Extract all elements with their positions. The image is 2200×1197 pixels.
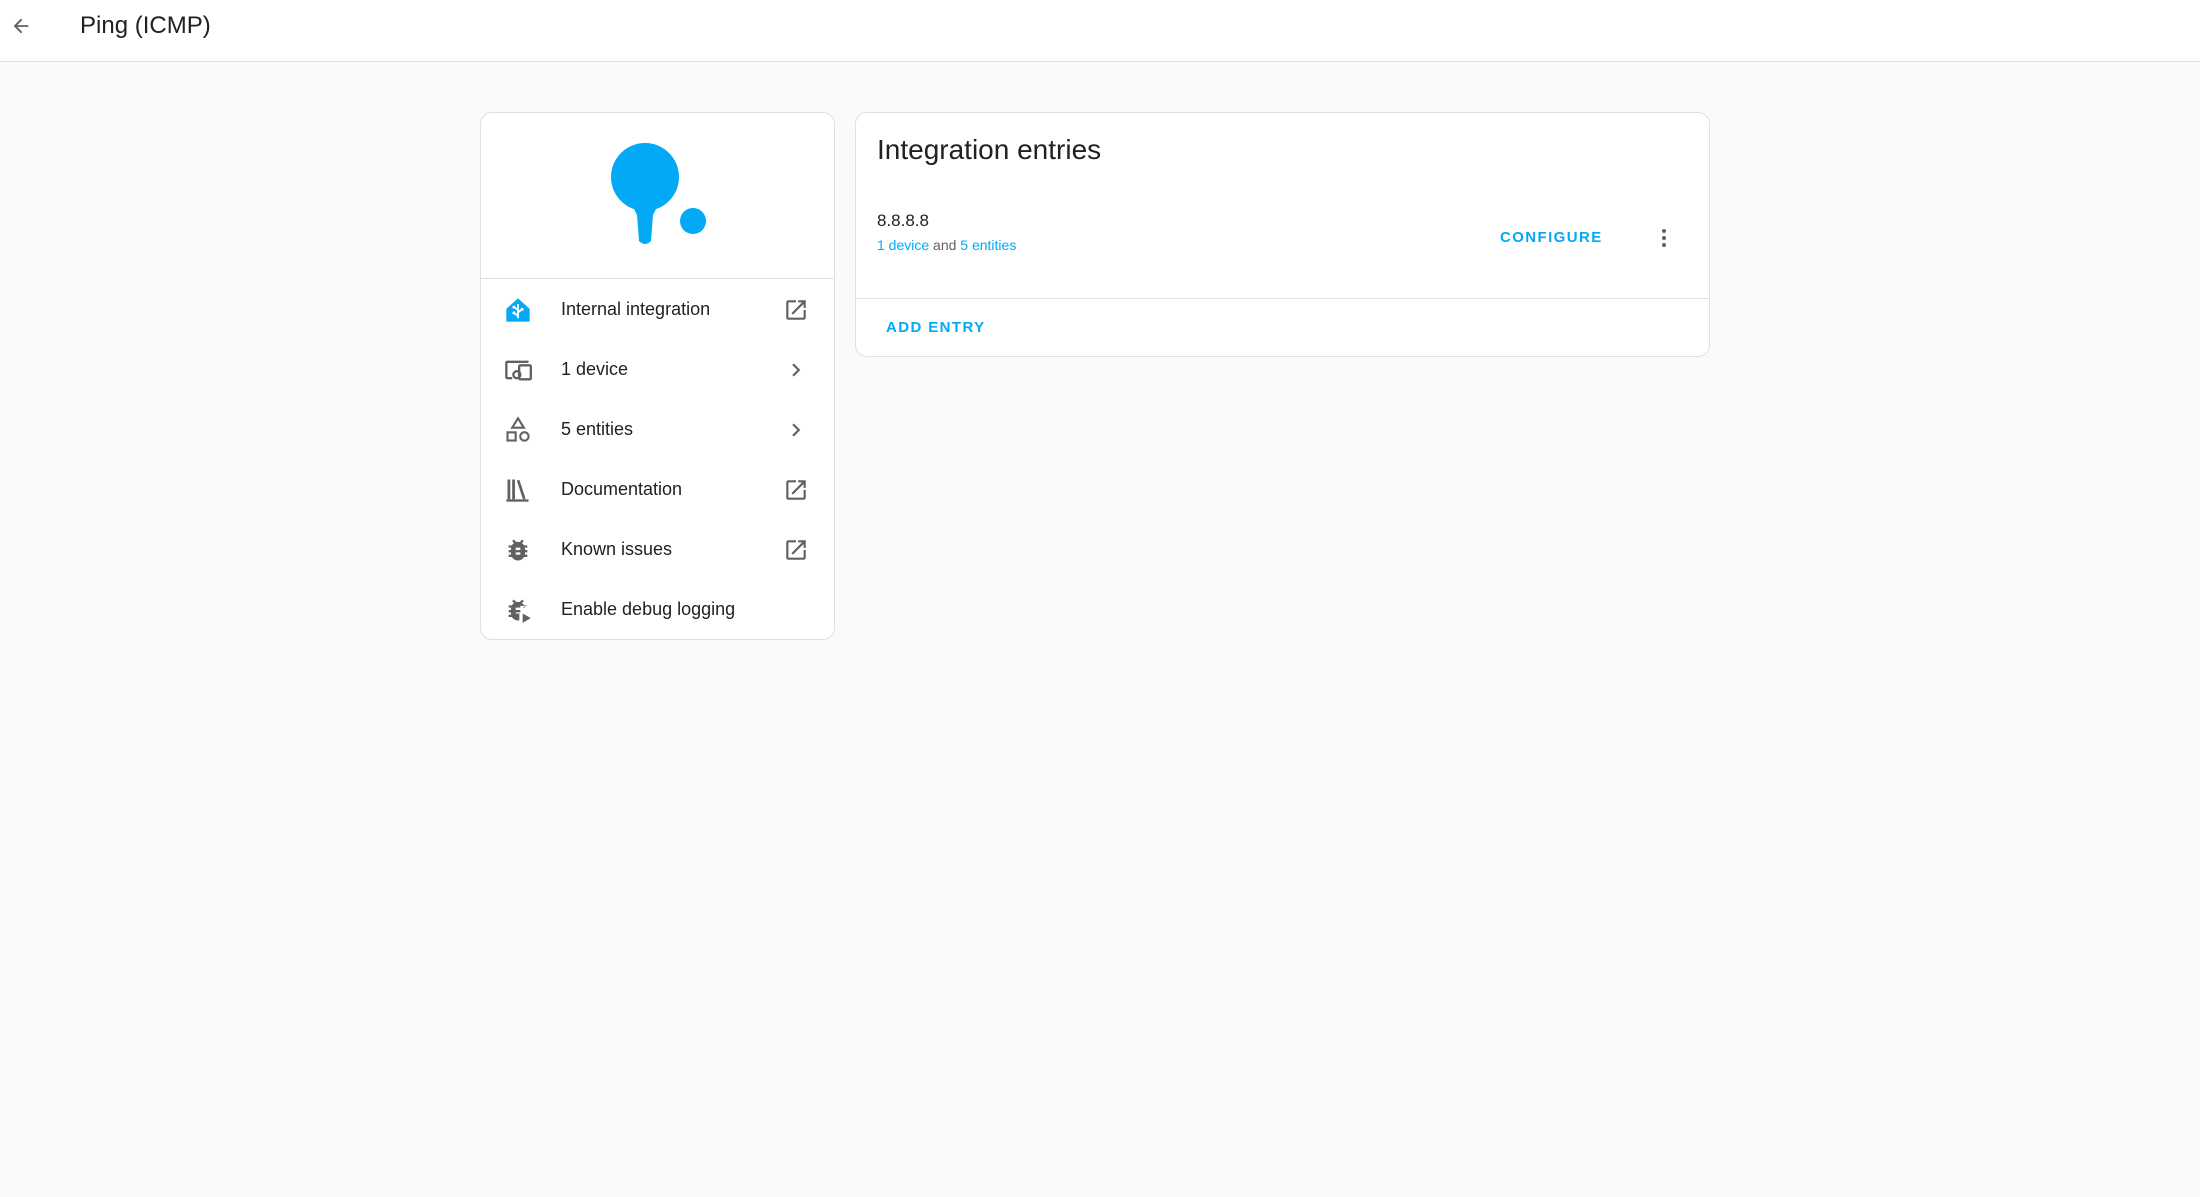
menu-item-devices[interactable]: 1 device — [481, 339, 834, 399]
menu-item-enable-debug-logging[interactable]: Enable debug logging — [481, 579, 834, 639]
entries-card-title: Integration entries — [877, 134, 1102, 165]
bug-icon — [504, 536, 532, 564]
ping-pong-paddle-icon — [610, 142, 706, 244]
menu-item-documentation[interactable]: Documentation — [481, 459, 834, 519]
configure-button[interactable]: CONFIGURE — [1490, 221, 1613, 255]
entry-summary-joiner: and — [933, 237, 957, 253]
chevron-right-icon — [782, 356, 810, 384]
add-entry-button[interactable]: ADD ENTRY — [876, 309, 996, 347]
entry-devices-link[interactable]: 1 device — [877, 237, 929, 253]
menu-item-entities[interactable]: 5 entities — [481, 399, 834, 459]
entry-summary: 1 device and 5 entities — [877, 237, 1016, 253]
menu-item-label: Internal integration — [561, 299, 711, 319]
entry-overflow-menu-button[interactable] — [1646, 220, 1682, 256]
integration-entries-card: Integration entries 8.8.8.8 1 device and… — [855, 112, 1710, 357]
devices-icon — [504, 356, 532, 384]
menu-item-label: 5 entities — [561, 419, 634, 439]
open-in-new-icon — [782, 296, 810, 324]
page-title: Ping (ICMP) — [80, 12, 211, 39]
bug-play-icon — [504, 596, 532, 624]
back-button[interactable] — [6, 11, 36, 41]
top-app-bar: Ping (ICMP) — [0, 0, 2200, 62]
menu-item-label: Enable debug logging — [561, 599, 736, 619]
arrow-left-icon — [13, 18, 29, 34]
menu-item-internal-integration[interactable]: Internal integration — [481, 279, 834, 339]
open-in-new-icon — [782, 536, 810, 564]
entry-entities-link[interactable]: 5 entities — [960, 237, 1016, 253]
book-shelf-icon — [504, 476, 532, 504]
dots-vertical-icon — [1662, 229, 1666, 247]
home-assistant-icon — [504, 296, 532, 324]
menu-item-label: Documentation — [561, 479, 683, 499]
open-in-new-icon — [782, 476, 810, 504]
integration-info-card: Internal integration 1 device 5 entities — [480, 112, 835, 640]
entry-name: 8.8.8.8 — [877, 211, 929, 230]
menu-item-label: Known issues — [561, 539, 673, 559]
card-divider — [856, 298, 1709, 299]
shape-outline-icon — [504, 416, 532, 444]
menu-item-label: 1 device — [561, 359, 629, 379]
chevron-right-icon — [782, 416, 810, 444]
integration-logo — [481, 113, 834, 279]
menu-item-known-issues[interactable]: Known issues — [481, 519, 834, 579]
